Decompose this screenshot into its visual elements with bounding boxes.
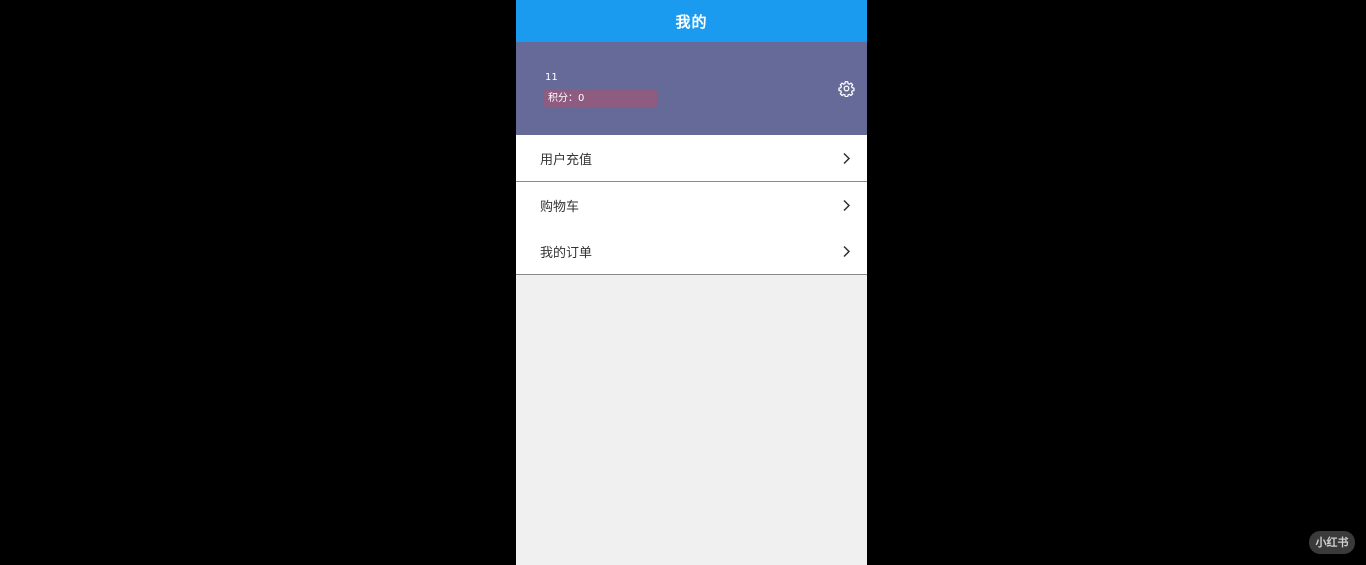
menu-item-label: 购物车 bbox=[540, 199, 580, 215]
username: 11 bbox=[545, 72, 558, 83]
menu-item-recharge[interactable]: 用户充值 bbox=[516, 135, 867, 182]
menu-item-orders[interactable]: 我的订单 bbox=[516, 228, 867, 275]
chevron-right-icon bbox=[843, 245, 851, 257]
navbar: 我的 bbox=[516, 0, 867, 42]
page-title: 我的 bbox=[675, 12, 708, 31]
gear-icon[interactable] bbox=[838, 80, 855, 97]
menu-item-cart[interactable]: 购物车 bbox=[516, 182, 867, 228]
watermark-logo: 小红书 bbox=[1309, 531, 1355, 554]
chevron-right-icon bbox=[843, 199, 851, 211]
profile-header: 11 积分：0 bbox=[516, 42, 867, 135]
chevron-right-icon bbox=[843, 152, 851, 164]
points-badge: 积分：0 bbox=[544, 90, 657, 107]
phone-screen: 我的 11 积分：0 用户充值 购物车 我的订单 bbox=[516, 0, 867, 565]
menu-list: 用户充值 购物车 我的订单 bbox=[516, 135, 867, 275]
menu-item-label: 用户充值 bbox=[540, 152, 593, 168]
menu-item-label: 我的订单 bbox=[540, 245, 593, 261]
